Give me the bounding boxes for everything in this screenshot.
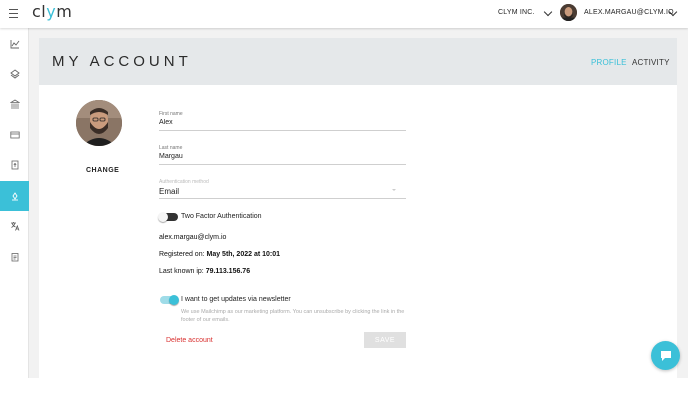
sidebar-item-translations[interactable]	[0, 211, 29, 241]
account-email: alex.margau@clym.io	[159, 234, 227, 241]
sidebar-item-analytics[interactable]	[0, 29, 29, 59]
menu-icon[interactable]	[9, 9, 18, 18]
sidebar-item-layers[interactable]	[0, 59, 29, 89]
two-factor-toggle[interactable]	[158, 212, 178, 222]
page-title: MY ACCOUNT	[52, 53, 192, 70]
organization-name[interactable]: CLYM INC.	[498, 9, 535, 16]
registered-on: Registered on: May 5th, 2022 at 10:01	[159, 251, 280, 258]
auth-method-value: Email	[159, 187, 180, 196]
chat-widget-button[interactable]	[651, 341, 680, 370]
chevron-down-icon[interactable]	[543, 7, 553, 17]
translate-icon	[10, 222, 19, 231]
sidebar-item-reports[interactable]	[0, 242, 29, 272]
user-avatar[interactable]	[560, 4, 577, 21]
delete-account-link[interactable]: Delete account	[166, 337, 213, 344]
first-name-field: First name	[159, 111, 406, 131]
logo-accent: y	[46, 2, 57, 21]
sidebar-item-documents[interactable]	[0, 150, 29, 180]
sidebar-item-bank[interactable]	[0, 89, 29, 119]
last-name-field: Last name	[159, 145, 406, 165]
chart-icon	[10, 40, 19, 49]
bank-icon	[9, 99, 20, 109]
toggle-knob	[158, 212, 168, 222]
user-email[interactable]: ALEX.MARGAU@CLYM.IO	[584, 9, 674, 16]
logo[interactable]: clym	[32, 2, 72, 21]
ip-value: 79.113.156.76	[205, 268, 251, 275]
card-header: MY ACCOUNT PROFILE ACTIVITY	[39, 38, 677, 85]
toggle-knob	[169, 295, 179, 305]
newsletter-label: I want to get updates via newsletter	[181, 296, 291, 303]
registered-prefix: Registered on:	[159, 251, 205, 258]
first-name-input[interactable]	[159, 117, 406, 129]
user-icon	[11, 192, 18, 201]
document-upload-icon	[11, 160, 18, 170]
layers-icon	[9, 69, 20, 79]
sidebar-item-billing[interactable]	[0, 120, 29, 150]
tab-profile[interactable]: PROFILE	[591, 58, 627, 67]
auth-method-select[interactable]: Authentication method Email	[159, 179, 406, 199]
account-card: MY ACCOUNT PROFILE ACTIVITY CHANGE First…	[39, 38, 677, 378]
last-name-input[interactable]	[159, 151, 406, 163]
logo-text-tail: m	[56, 2, 73, 21]
logo-text: cl	[32, 2, 47, 21]
change-avatar-button[interactable]: CHANGE	[86, 167, 119, 174]
last-known-ip: Last known ip: 79.113.156.76	[159, 268, 250, 275]
two-factor-label: Two Factor Authentication	[181, 213, 262, 220]
registered-value: May 5th, 2022 at 10:01	[206, 251, 281, 258]
top-bar: clym CLYM INC. ALEX.MARGAU@CLYM.IO	[0, 0, 688, 28]
ip-prefix: Last known ip:	[159, 268, 204, 275]
newsletter-toggle[interactable]	[160, 295, 179, 305]
newsletter-help-text: We use Mailchimp as our marketing platfo…	[181, 309, 405, 323]
sidebar	[0, 28, 29, 378]
sidebar-item-account[interactable]	[0, 181, 29, 211]
caret-down-icon	[392, 189, 396, 191]
clipboard-icon	[11, 253, 18, 262]
chat-bubble-icon	[660, 350, 671, 361]
profile-avatar	[76, 100, 122, 146]
credit-card-icon	[9, 131, 20, 139]
save-button[interactable]: SAVE	[364, 332, 406, 348]
tab-activity[interactable]: ACTIVITY	[632, 58, 670, 67]
